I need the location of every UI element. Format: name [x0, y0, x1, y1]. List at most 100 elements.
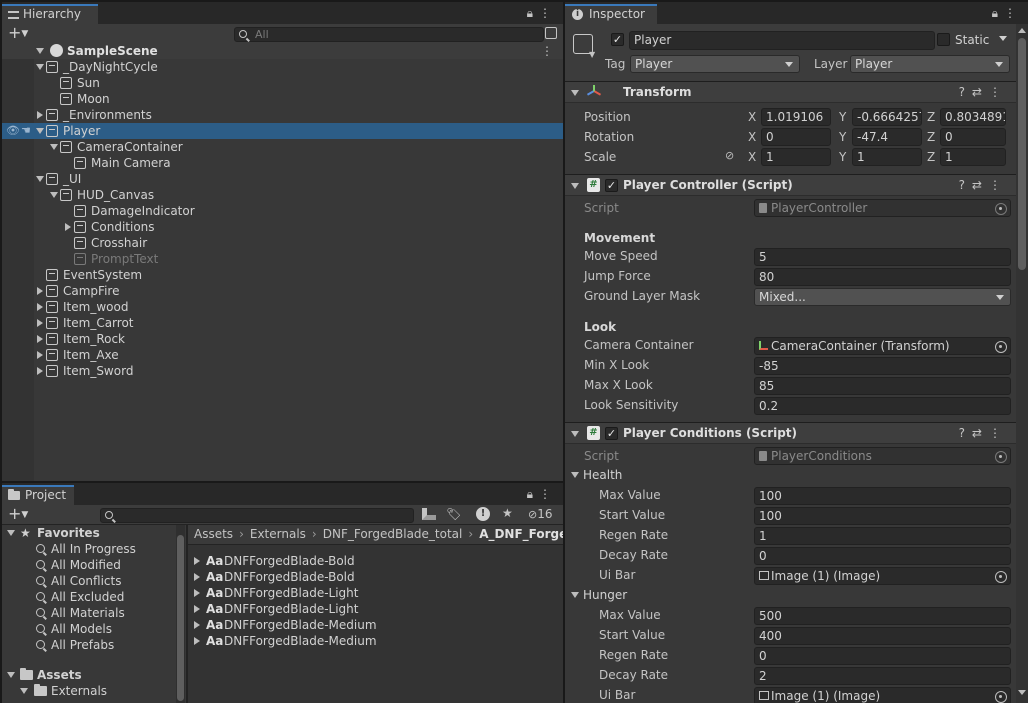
script-reference-field[interactable]: PlayerConditions	[754, 447, 1011, 465]
favorite-item[interactable]: All Modified	[2, 557, 186, 573]
hierarchy-item[interactable]: Player 👁︎ ☚	[2, 123, 563, 139]
scene-search-icon[interactable]	[545, 27, 557, 39]
move-speed-field[interactable]: 5	[754, 248, 1011, 266]
tab-inspector[interactable]: i Inspector	[565, 4, 657, 24]
transform-scale-z-field[interactable]: 1	[940, 148, 1006, 166]
axis-y-label[interactable]: Y	[839, 108, 846, 126]
expand-arrow-icon[interactable]	[7, 672, 15, 678]
favorite-item[interactable]: All Excluded	[2, 589, 186, 605]
add-object-button[interactable]: +▼	[8, 24, 28, 43]
chevron-down-icon[interactable]: ▼	[589, 50, 595, 59]
transform-rotation-x-field[interactable]: 0	[761, 128, 831, 146]
file-item[interactable]: Aa DNFForgedBlade-Medium	[188, 633, 563, 649]
hierarchy-item[interactable]: Item_Axe	[2, 347, 563, 363]
expand-arrow-icon[interactable]	[20, 688, 28, 694]
collapse-arrow-icon[interactable]	[37, 319, 43, 327]
component-menu-icons[interactable]: ?⇄⋮	[959, 426, 1008, 440]
ground-layer-mask-dropdown[interactable]: Mixed...	[754, 288, 1011, 306]
axis-x-label[interactable]: X	[748, 128, 756, 146]
collapse-arrow-icon[interactable]	[37, 303, 43, 311]
hierarchy-item[interactable]: DamageIndicator	[2, 203, 563, 219]
hierarchy-item[interactable]: Item_Rock	[2, 331, 563, 347]
transform-header[interactable]: Transform ?⇄⋮	[565, 81, 1016, 103]
scene-menu-icon[interactable]: ⋮	[541, 43, 553, 59]
player-controller-header[interactable]: # ✓ Player Controller (Script) ?⇄⋮	[565, 174, 1016, 196]
axis-y-label[interactable]: Y	[839, 148, 846, 166]
object-name-field[interactable]: Player	[629, 31, 935, 50]
externals-folder[interactable]: Externals	[2, 683, 186, 699]
transform-scale-x-field[interactable]: 1	[761, 148, 831, 166]
hunger-decay-field[interactable]: 2	[754, 667, 1011, 685]
look-sensitivity-field[interactable]: 0.2	[754, 397, 1011, 415]
favorite-item[interactable]: All Materials	[2, 605, 186, 621]
player-conditions-enabled-checkbox[interactable]: ✓	[605, 427, 618, 440]
scroll-down-icon[interactable]	[1018, 690, 1026, 695]
console-errors-icon[interactable]: !	[476, 507, 490, 521]
favorite-item[interactable]: All Conflicts	[2, 573, 186, 589]
breadcrumb-item[interactable]: DNF_ForgedBlade_total	[323, 527, 463, 541]
hierarchy-item[interactable]: _Environments	[2, 107, 563, 123]
project-tab-menu-icons[interactable]: 🔒︎⋮	[527, 487, 557, 502]
assets-folder[interactable]: Assets	[2, 667, 186, 683]
collapse-arrow-icon[interactable]	[37, 287, 43, 295]
file-item[interactable]: Aa DNFForgedBlade-Medium	[188, 617, 563, 633]
expand-arrow-icon[interactable]	[36, 128, 44, 134]
inspector-tab-menu-icons[interactable]: 🔒︎⋮	[992, 6, 1022, 21]
constrain-proportions-icon[interactable]: ⊘	[725, 149, 734, 162]
scrollbar-thumb[interactable]	[1018, 38, 1026, 270]
hierarchy-item[interactable]: Item_wood	[2, 299, 563, 315]
collapse-arrow-icon[interactable]	[194, 573, 200, 581]
object-picker-icon[interactable]	[995, 571, 1007, 583]
component-menu-icons[interactable]: ?⇄⋮	[959, 85, 1008, 99]
scroll-up-icon[interactable]	[1018, 28, 1026, 33]
hierarchy-item[interactable]: _DayNightCycle	[2, 59, 563, 75]
search-by-type-icon[interactable]	[422, 508, 436, 520]
hierarchy-item[interactable]: Conditions	[2, 219, 563, 235]
favorite-star-icon[interactable]: ★	[502, 506, 513, 520]
transform-scale-y-field[interactable]: 1	[852, 148, 922, 166]
hunger-regen-field[interactable]: 0	[754, 647, 1011, 665]
expand-arrow-icon[interactable]	[571, 431, 579, 437]
hunger-foldout[interactable]: Hunger	[565, 586, 1015, 604]
layer-dropdown[interactable]: Player	[850, 55, 1010, 73]
axis-z-label[interactable]: Z	[927, 108, 935, 126]
collapse-arrow-icon[interactable]	[37, 351, 43, 359]
hierarchy-item[interactable]: Item_Sword	[2, 363, 563, 379]
expand-arrow-icon[interactable]	[571, 592, 579, 598]
tag-dropdown[interactable]: Player	[630, 55, 800, 73]
axis-x-label[interactable]: X	[748, 148, 756, 166]
static-dropdown-icon[interactable]	[999, 36, 1007, 41]
component-menu-icons[interactable]: ?⇄⋮	[959, 178, 1008, 192]
inspector-scrollbar[interactable]	[1016, 24, 1028, 703]
expand-arrow-icon[interactable]	[571, 472, 579, 478]
scene-row[interactable]: SampleScene ⋮	[2, 43, 563, 59]
hierarchy-tab-menu-icons[interactable]: 🔒︎⋮	[527, 6, 557, 21]
hierarchy-item[interactable]: PromptText	[2, 251, 563, 267]
tab-hierarchy[interactable]: Hierarchy	[2, 4, 98, 24]
hidden-packages-icon[interactable]: ⊘16	[528, 507, 553, 521]
collapse-arrow-icon[interactable]	[194, 605, 200, 613]
hierarchy-item[interactable]: Moon	[2, 91, 563, 107]
hierarchy-item[interactable]: CameraContainer	[2, 139, 563, 155]
health-regen-field[interactable]: 1	[754, 527, 1011, 545]
expand-arrow-icon[interactable]	[50, 144, 58, 150]
scrollbar-thumb[interactable]	[177, 535, 184, 701]
transform-rotation-y-field[interactable]: -47.4	[852, 128, 922, 146]
player-conditions-header[interactable]: # ✓ Player Conditions (Script) ?⇄⋮	[565, 422, 1016, 444]
expand-arrow-icon[interactable]	[7, 530, 15, 536]
collapse-arrow-icon[interactable]	[37, 111, 43, 119]
health-decay-field[interactable]: 0	[754, 547, 1011, 565]
search-by-label-icon[interactable]: 🏷︎	[446, 507, 461, 521]
favorites-header[interactable]: ★ Favorites	[2, 525, 186, 541]
camera-container-field[interactable]: CameraContainer (Transform)	[754, 337, 1011, 355]
health-start-field[interactable]: 100	[754, 507, 1011, 525]
hierarchy-item[interactable]: EventSystem	[2, 267, 563, 283]
favorite-item[interactable]: All Models	[2, 621, 186, 637]
folder-tree-scrollbar[interactable]	[176, 525, 185, 703]
favorite-item[interactable]: All Prefabs	[2, 637, 186, 653]
hierarchy-item[interactable]: Sun	[2, 75, 563, 91]
max-x-look-field[interactable]: 85	[754, 377, 1011, 395]
hierarchy-item[interactable]: Crosshair	[2, 235, 563, 251]
expand-arrow-icon[interactable]	[571, 183, 579, 189]
hunger-start-field[interactable]: 400	[754, 627, 1011, 645]
